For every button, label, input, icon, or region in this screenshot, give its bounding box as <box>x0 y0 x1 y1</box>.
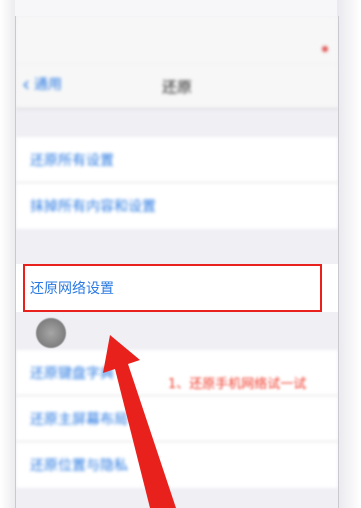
red-arrow-icon <box>103 335 176 508</box>
annotation-text: 1、还原手机网络试一试 <box>168 377 307 392</box>
